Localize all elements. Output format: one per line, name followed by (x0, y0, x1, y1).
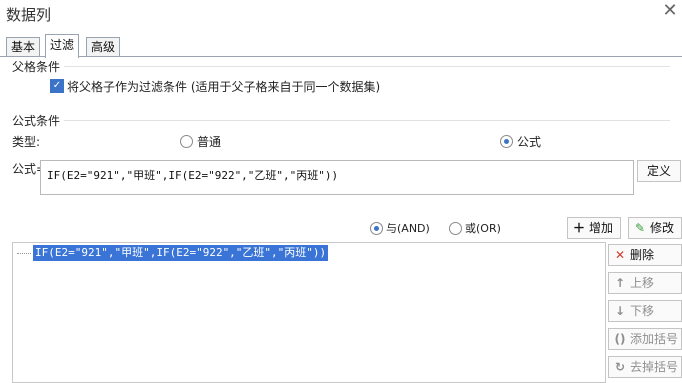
modify-button[interactable]: ✎ 修改 (628, 217, 682, 239)
radio-and-label: 与(AND) (386, 222, 430, 235)
radio-or-label: 或(OR) (465, 222, 501, 235)
arrow-up-icon: ↑ (614, 276, 626, 290)
move-up-label: 上移 (630, 276, 655, 290)
add-button-label: 增加 (589, 221, 614, 235)
tab-advanced[interactable]: 高级 (86, 37, 121, 57)
add-button[interactable]: ＋ 增加 (567, 217, 621, 239)
delete-icon: ✕ (614, 248, 626, 262)
formula-condition-heading: 公式条件 (12, 114, 61, 128)
tab-basic[interactable]: 基本 (6, 37, 41, 57)
modify-button-label: 修改 (650, 221, 675, 235)
delete-button[interactable]: ✕ 删除 (608, 244, 682, 266)
move-up-button[interactable]: ↑ 上移 (608, 272, 682, 294)
add-bracket-button[interactable]: () 添加括号 (608, 328, 682, 350)
remove-bracket-button[interactable]: ↻ 去掉括号 (608, 356, 682, 378)
radio-or[interactable] (449, 222, 462, 235)
edit-icon: ✎ (634, 221, 646, 235)
define-button[interactable]: 定义 (637, 160, 681, 182)
remove-bracket-label: 去掉括号 (630, 360, 679, 374)
bracket-icon: () (614, 332, 626, 346)
formula-input[interactable]: IF(E2="921","甲班",IF(E2="922","乙班","丙班")) (40, 160, 634, 195)
delete-button-label: 删除 (630, 248, 655, 262)
radio-normal-label: 普通 (197, 135, 222, 149)
section-divider (64, 120, 670, 121)
radio-normal[interactable] (180, 135, 193, 148)
section-divider (64, 66, 670, 67)
parent-filter-label: 将父格子作为过滤条件 (适用于父子格来自于同一个数据集) (67, 80, 381, 94)
parent-condition-heading: 父格条件 (12, 60, 61, 74)
tree-connector (17, 253, 31, 255)
arrow-down-icon: ↓ (614, 304, 626, 318)
remove-bracket-icon: ↻ (614, 360, 626, 374)
radio-formula[interactable] (500, 135, 513, 148)
condition-list[interactable]: IF(E2="921","甲班",IF(E2="922","乙班","丙班")) (12, 242, 606, 383)
add-bracket-label: 添加括号 (630, 332, 679, 346)
parent-filter-checkbox[interactable]: ✓ (50, 79, 64, 93)
window-title: 数据列 (6, 6, 52, 24)
move-down-button[interactable]: ↓ 下移 (608, 300, 682, 322)
radio-formula-label: 公式 (517, 135, 542, 149)
close-icon[interactable]: ✕ (661, 2, 679, 20)
type-label: 类型: (12, 135, 41, 149)
formula-input-value: IF(E2="921","甲班",IF(E2="922","乙班","丙班")) (47, 169, 339, 182)
radio-and[interactable] (370, 222, 383, 235)
move-down-label: 下移 (630, 304, 655, 318)
plus-icon: ＋ (572, 221, 585, 235)
condition-list-item-selected[interactable]: IF(E2="921","甲班",IF(E2="922","乙班","丙班")) (33, 245, 329, 261)
tab-filter[interactable]: 过滤 (45, 34, 80, 58)
tab-divider (0, 56, 682, 57)
